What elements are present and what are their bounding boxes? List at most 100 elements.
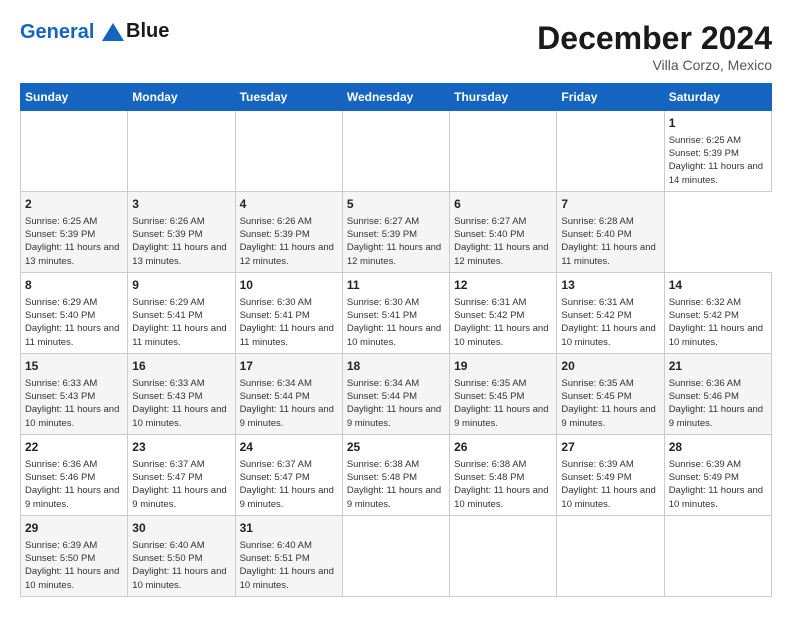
cell-content: Sunrise: 6:38 AMSunset: 5:48 PMDaylight:… (347, 458, 445, 511)
header-monday: Monday (128, 84, 235, 111)
calendar-table: Sunday Monday Tuesday Wednesday Thursday… (20, 83, 772, 597)
day-number: 25 (347, 439, 445, 456)
table-row: 19 Sunrise: 6:35 AMSunset: 5:45 PMDayligh… (450, 353, 557, 434)
cell-content: Sunrise: 6:34 AMSunset: 5:44 PMDaylight:… (347, 377, 445, 430)
table-row: 26Sunrise: 6:38 AMSunset: 5:48 PMDayligh… (450, 434, 557, 515)
day-number: 1 (669, 115, 767, 132)
cell-content: Sunrise: 6:36 AMSunset: 5:46 PMDaylight:… (25, 458, 123, 511)
calendar-week-5: 22 Sunrise: 6:36 AMSunset: 5:46 PMDayligh… (21, 434, 772, 515)
day-number: 22 (25, 439, 123, 456)
table-row: 27 Sunrise: 6:39 AMSunset: 5:49 PMDayligh… (557, 434, 664, 515)
table-row: 20Sunrise: 6:35 AMSunset: 5:45 PMDayligh… (557, 353, 664, 434)
table-row: 31 Sunrise: 6:40 AMSunset: 5:51 PMDayligh… (235, 515, 342, 596)
calendar-week-1: 1 Sunrise: 6:25 AMSunset: 5:39 PMDaylight… (21, 111, 772, 192)
cell-content: Sunrise: 6:40 AMSunset: 5:51 PMDaylight:… (240, 539, 338, 592)
calendar-week-2: 2Sunrise: 6:25 AMSunset: 5:39 PMDaylight… (21, 191, 772, 272)
table-row: 4 Sunrise: 6:26 AMSunset: 5:39 PMDaylight… (235, 191, 342, 272)
day-number: 13 (561, 277, 659, 294)
cell-content: Sunrise: 6:32 AMSunset: 5:42 PMDaylight:… (669, 296, 767, 349)
day-number: 4 (240, 196, 338, 213)
cell-content: Sunrise: 6:27 AMSunset: 5:40 PMDaylight:… (454, 215, 552, 268)
table-row: 15 Sunrise: 6:33 AMSunset: 5:43 PMDayligh… (21, 353, 128, 434)
cell-content: Sunrise: 6:30 AMSunset: 5:41 PMDaylight:… (347, 296, 445, 349)
table-row: 28 Sunrise: 6:39 AMSunset: 5:49 PMDayligh… (664, 434, 771, 515)
table-row: 14 Sunrise: 6:32 AMSunset: 5:42 PMDayligh… (664, 272, 771, 353)
empty-cell (342, 515, 449, 596)
cell-content: Sunrise: 6:29 AMSunset: 5:40 PMDaylight:… (25, 296, 123, 349)
day-number: 5 (347, 196, 445, 213)
cell-content: Sunrise: 6:25 AMSunset: 5:39 PMDaylight:… (25, 215, 123, 268)
day-number: 30 (132, 520, 230, 537)
cell-content: Sunrise: 6:37 AMSunset: 5:47 PMDaylight:… (132, 458, 230, 511)
cell-content: Sunrise: 6:30 AMSunset: 5:41 PMDaylight:… (240, 296, 338, 349)
day-number: 3 (132, 196, 230, 213)
cell-content: Sunrise: 6:25 AMSunset: 5:39 PMDaylight:… (669, 134, 767, 187)
day-number: 6 (454, 196, 552, 213)
day-number: 26 (454, 439, 552, 456)
page-header: General Blue December 2024 Villa Corzo, … (20, 20, 772, 73)
day-number: 15 (25, 358, 123, 375)
table-row: 23 Sunrise: 6:37 AMSunset: 5:47 PMDayligh… (128, 434, 235, 515)
table-row: 16 Sunrise: 6:33 AMSunset: 5:43 PMDayligh… (128, 353, 235, 434)
empty-cell (21, 111, 128, 192)
header-tuesday: Tuesday (235, 84, 342, 111)
day-number: 29 (25, 520, 123, 537)
table-row: 1 Sunrise: 6:25 AMSunset: 5:39 PMDaylight… (664, 111, 771, 192)
calendar-week-3: 8 Sunrise: 6:29 AMSunset: 5:40 PMDaylight… (21, 272, 772, 353)
day-number: 31 (240, 520, 338, 537)
header-friday: Friday (557, 84, 664, 111)
day-number: 17 (240, 358, 338, 375)
empty-cell (664, 515, 771, 596)
day-number: 11 (347, 277, 445, 294)
cell-content: Sunrise: 6:26 AMSunset: 5:39 PMDaylight:… (240, 215, 338, 268)
cell-content: Sunrise: 6:35 AMSunset: 5:45 PMDaylight:… (454, 377, 552, 430)
logo-icon (102, 23, 124, 41)
calendar-header-row: Sunday Monday Tuesday Wednesday Thursday… (21, 84, 772, 111)
day-number: 27 (561, 439, 659, 456)
empty-cell (235, 111, 342, 192)
day-number: 19 (454, 358, 552, 375)
logo: General Blue (20, 20, 169, 43)
empty-cell (342, 111, 449, 192)
header-sunday: Sunday (21, 84, 128, 111)
cell-content: Sunrise: 6:29 AMSunset: 5:41 PMDaylight:… (132, 296, 230, 349)
cell-content: Sunrise: 6:36 AMSunset: 5:46 PMDaylight:… (669, 377, 767, 430)
table-row: 2Sunrise: 6:25 AMSunset: 5:39 PMDaylight… (21, 191, 128, 272)
table-row: 3 Sunrise: 6:26 AMSunset: 5:39 PMDaylight… (128, 191, 235, 272)
table-row: 25 Sunrise: 6:38 AMSunset: 5:48 PMDayligh… (342, 434, 449, 515)
cell-content: Sunrise: 6:33 AMSunset: 5:43 PMDaylight:… (25, 377, 123, 430)
table-row: 24 Sunrise: 6:37 AMSunset: 5:47 PMDayligh… (235, 434, 342, 515)
day-number: 23 (132, 439, 230, 456)
empty-cell (450, 111, 557, 192)
day-number: 9 (132, 277, 230, 294)
table-row: 6 Sunrise: 6:27 AMSunset: 5:40 PMDaylight… (450, 191, 557, 272)
day-number: 7 (561, 196, 659, 213)
day-number: 28 (669, 439, 767, 456)
table-row: 29Sunrise: 6:39 AMSunset: 5:50 PMDayligh… (21, 515, 128, 596)
cell-content: Sunrise: 6:39 AMSunset: 5:49 PMDaylight:… (669, 458, 767, 511)
day-number: 24 (240, 439, 338, 456)
empty-cell (557, 515, 664, 596)
day-number: 21 (669, 358, 767, 375)
cell-content: Sunrise: 6:37 AMSunset: 5:47 PMDaylight:… (240, 458, 338, 511)
empty-cell (450, 515, 557, 596)
cell-content: Sunrise: 6:27 AMSunset: 5:39 PMDaylight:… (347, 215, 445, 268)
day-number: 8 (25, 277, 123, 294)
day-number: 16 (132, 358, 230, 375)
cell-content: Sunrise: 6:33 AMSunset: 5:43 PMDaylight:… (132, 377, 230, 430)
header-wednesday: Wednesday (342, 84, 449, 111)
table-row: 11 Sunrise: 6:30 AMSunset: 5:41 PMDayligh… (342, 272, 449, 353)
header-saturday: Saturday (664, 84, 771, 111)
table-row: 18 Sunrise: 6:34 AMSunset: 5:44 PMDayligh… (342, 353, 449, 434)
cell-content: Sunrise: 6:34 AMSunset: 5:44 PMDaylight:… (240, 377, 338, 430)
table-row: 7Sunrise: 6:28 AMSunset: 5:40 PMDaylight… (557, 191, 664, 272)
cell-content: Sunrise: 6:39 AMSunset: 5:49 PMDaylight:… (561, 458, 659, 511)
cell-content: Sunrise: 6:26 AMSunset: 5:39 PMDaylight:… (132, 215, 230, 268)
table-row: 8 Sunrise: 6:29 AMSunset: 5:40 PMDaylight… (21, 272, 128, 353)
day-number: 12 (454, 277, 552, 294)
day-number: 18 (347, 358, 445, 375)
cell-content: Sunrise: 6:40 AMSunset: 5:50 PMDaylight:… (132, 539, 230, 592)
day-number: 10 (240, 277, 338, 294)
logo-text: General (20, 21, 124, 43)
day-number: 14 (669, 277, 767, 294)
